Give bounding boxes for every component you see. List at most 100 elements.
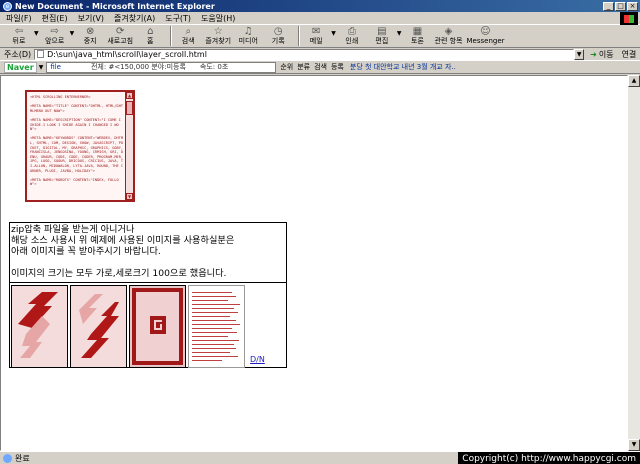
rank-label: 순위 <box>280 63 294 71</box>
page-icon <box>37 50 45 58</box>
layer-scroll-down-icon[interactable]: ▼ <box>126 193 133 200</box>
favorites-label: 즐겨찾기 <box>205 37 232 45</box>
refresh-icon: ⟳ <box>116 26 125 37</box>
menu-edit[interactable]: 편집(E) <box>42 13 68 24</box>
windows-logo-icon <box>620 12 638 25</box>
toolbar-separator <box>298 26 301 46</box>
download-link[interactable]: D/N <box>250 355 265 364</box>
search-label: 검색 <box>181 37 195 45</box>
standard-toolbar: ⇦ 뒤로 ▼ ⇨ 앞으로 ▼ ⊗ 중지 ⟳ 새로고침 ⌂ 홈 ⌕ 검색 ☆ 즐겨… <box>0 26 640 48</box>
layer-text: <HTML SCROLLING ENTERNERNER> <META NAME=… <box>30 95 124 187</box>
close-button[interactable]: × <box>627 1 638 11</box>
go-button[interactable]: ➜ 이동 <box>590 49 613 60</box>
status-bar: 완료 Copyright(c) http://www.happycgi.com <box>0 451 640 464</box>
page-status-icon <box>3 453 12 463</box>
history-label: 기록 <box>271 37 285 45</box>
naver-meta: 전체: #<150,000 분야:미등록 <box>90 63 186 71</box>
history-button[interactable]: ◷ 기록 <box>265 26 291 45</box>
ie-logo-icon: e <box>3 1 12 11</box>
download-info-box: zip압축 파일을 받는게 아니거나 해당 소스 사용시 위 예제에 사용된 이… <box>9 222 287 368</box>
naver-search-button[interactable]: 검색 <box>8 62 327 214</box>
messenger-label: Messenger <box>466 37 505 45</box>
search-icon: ⌕ <box>185 26 192 37</box>
title-bar: e New Document - Microsoft Internet Expl… <box>0 0 640 12</box>
edit-label: 편집 <box>375 37 389 45</box>
desc-line: 해당 소스 사용시 위 예제에 사용된 이미지를 사용하실분은 <box>11 235 235 246</box>
menu-file[interactable]: 파일(F) <box>6 13 32 24</box>
discuss-button[interactable]: ▦ 토론 <box>405 26 431 45</box>
refresh-label: 새로고침 <box>107 37 134 45</box>
media-button[interactable]: ♫ 미디어 <box>235 26 261 45</box>
mail-label: 메일 <box>309 37 323 45</box>
minimize-button[interactable]: _ <box>603 1 614 11</box>
up-arrow-graphic <box>18 292 58 358</box>
edit-dropdown-icon[interactable]: ▼ <box>397 30 402 37</box>
naver-toolbar: Naver ▼ file 전체: #<150,000 분야:미등록 속도: 0초… <box>0 61 640 214</box>
discuss-label: 토론 <box>411 37 424 45</box>
links-button[interactable]: 연결 <box>622 49 637 60</box>
naver-search-input[interactable]: file 전체: #<150,000 분야:미등록 속도: 0초 <box>46 61 277 73</box>
register-label: 등록 <box>330 63 344 71</box>
home-icon: ⌂ <box>147 26 154 37</box>
scroll-down-arrow-image <box>70 285 127 368</box>
window-title: New Document - Microsoft Internet Explor… <box>15 1 215 11</box>
messenger-icon: ☺ <box>480 26 491 37</box>
media-label: 미디어 <box>238 37 258 45</box>
back-button[interactable]: ⇦ 뒤로 <box>6 26 32 45</box>
naver-category-button[interactable]: 분류 <box>8 62 310 214</box>
forward-button[interactable]: ⇨ 앞으로 <box>42 26 68 45</box>
back-label: 뒤로 <box>12 37 26 45</box>
messenger-button[interactable]: ☺ Messenger <box>467 26 505 45</box>
address-bar: 주소(D) D:\sun\java_html\scroll\layer_scro… <box>0 48 640 61</box>
back-dropdown-icon[interactable]: ▼ <box>34 30 39 37</box>
desc-line: 이미지의 크기는 모두 가로,세로크기 100으로 했읍니다. <box>11 268 227 279</box>
related-label: 관련 항목 <box>434 37 463 45</box>
naver-register-button[interactable]: 등록 <box>8 62 344 214</box>
page-scrollbar[interactable]: ▲ ▼ <box>628 75 640 451</box>
thumb-graphic <box>132 288 183 365</box>
print-button[interactable]: ⎙ 인쇄 <box>339 26 365 45</box>
layer-scroll-up-icon[interactable]: ▲ <box>126 92 133 99</box>
address-value: D:\sun\java_html\scroll\layer_scroll.htm… <box>47 49 207 59</box>
maximize-button[interactable]: □ <box>615 1 626 11</box>
page-content: <HTML SCROLLING ENTERNERNER> <META NAME=… <box>0 75 628 451</box>
address-input[interactable]: D:\sun\java_html\scroll\layer_scroll.htm… <box>34 48 575 60</box>
menu-favorites[interactable]: 즐겨찾기(A) <box>114 13 155 24</box>
layer-scrollbar[interactable]: ▲ ▼ <box>125 92 133 200</box>
scroll-up-icon[interactable]: ▲ <box>628 75 640 87</box>
go-label: 이동 <box>598 49 614 59</box>
address-dropdown-button[interactable]: ▼ <box>574 48 585 60</box>
forward-label: 앞으로 <box>44 37 65 45</box>
forward-arrow-icon: ⇨ <box>50 26 59 37</box>
layer-background-image <box>188 285 245 368</box>
scroll-down-icon[interactable]: ▼ <box>628 439 640 451</box>
favorites-button[interactable]: ☆ 즐겨찾기 <box>205 26 231 45</box>
stop-button[interactable]: ⊗ 중지 <box>77 26 103 45</box>
mail-dropdown-icon[interactable]: ▼ <box>331 30 336 37</box>
down-arrow-graphic <box>79 294 119 358</box>
status-text: 완료 <box>15 453 30 463</box>
stop-label: 중지 <box>83 37 97 45</box>
layer-scroll-thumb[interactable] <box>126 101 133 115</box>
naver-rank-button[interactable]: 순위 <box>8 62 294 214</box>
go-arrow-icon: ➜ <box>590 49 597 59</box>
search-button[interactable]: ⌕ 검색 <box>175 26 201 45</box>
related-icon: ◈ <box>444 26 453 37</box>
download-description: zip압축 파일을 받는게 아니거나 해당 소스 사용시 위 예제에 사용된 이… <box>10 223 286 283</box>
menu-help[interactable]: 도움말(H) <box>201 13 235 24</box>
menu-view[interactable]: 보기(V) <box>78 13 104 24</box>
scroll-layer-preview[interactable]: <HTML SCROLLING ENTERNERNER> <META NAME=… <box>25 90 135 202</box>
mail-button[interactable]: ✉ 메일 <box>303 26 329 45</box>
refresh-button[interactable]: ⟳ 새로고침 <box>107 26 133 45</box>
naver-dropdown-icon[interactable]: ▼ <box>39 64 44 71</box>
home-button[interactable]: ⌂ 홈 <box>137 26 163 45</box>
forward-dropdown-icon[interactable]: ▼ <box>70 30 75 37</box>
news-ticker-link[interactable]: 분당 첫 대안학교 내년 3월 개교 자.. <box>350 62 456 72</box>
background-text-graphic <box>192 292 240 361</box>
naver-logo[interactable]: Naver <box>4 61 37 73</box>
favorites-star-icon: ☆ <box>213 26 223 37</box>
related-button[interactable]: ◈ 관련 항목 <box>435 26 463 45</box>
naver-query: file <box>50 63 61 71</box>
edit-button[interactable]: ▤ 편집 <box>369 26 395 45</box>
menu-tools[interactable]: 도구(T) <box>165 13 191 24</box>
